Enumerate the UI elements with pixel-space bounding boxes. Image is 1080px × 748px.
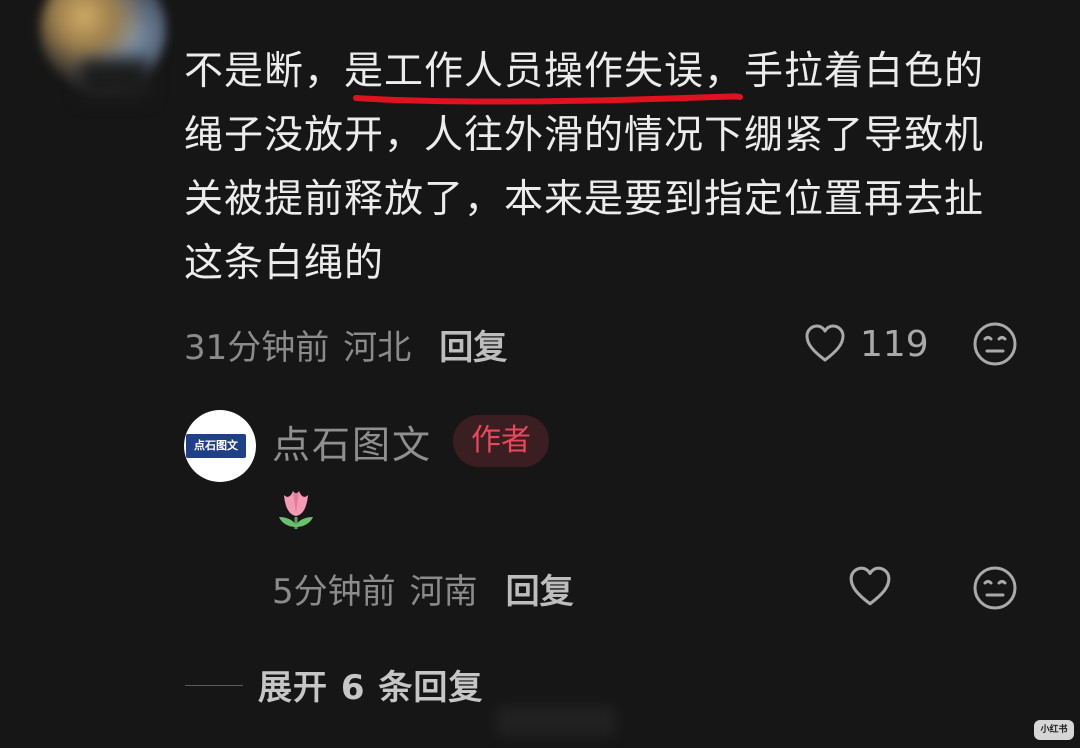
reply-time: 5分钟前	[272, 571, 396, 612]
xiaohongshu-logo: 小红书	[1034, 720, 1074, 740]
author-logo: 点石图文	[186, 434, 246, 458]
comment-thread: 不是断，是工作人员操作失误，手拉着白色的 绳子没放开，人往外滑的情况下绷紧了导致…	[0, 0, 1080, 748]
comment-line-4: 这条白绳的	[184, 241, 385, 286]
comment-body: 不是断，是工作人员操作失误，手拉着白色的 绳子没放开，人往外滑的情况下绷紧了导致…	[184, 40, 1054, 296]
like-count: 119	[860, 323, 929, 365]
expand-replies-button[interactable]: 展开 6 条回复	[258, 660, 483, 709]
watermark-blur	[496, 706, 616, 736]
reply-meta: 5分钟前 河南 回复	[272, 560, 574, 616]
expand-divider	[185, 685, 243, 686]
reply-location: 河南	[409, 571, 478, 612]
author-badge: 作者	[453, 415, 549, 467]
author-name[interactable]: 点石图文	[272, 414, 432, 469]
comment-location: 河北	[343, 327, 412, 368]
reply-reply-button[interactable]: 回复	[506, 564, 574, 613]
avatar-shadow	[80, 60, 150, 100]
like-button[interactable]: 119	[804, 318, 929, 370]
heart-outline-icon[interactable]	[848, 565, 892, 609]
comment-line-1-start: 不是断，	[184, 49, 345, 94]
meh-face-icon[interactable]	[972, 321, 1018, 367]
author-avatar[interactable]: 点石图文	[184, 410, 256, 482]
comment-line-1-end: ，手拉着白色的	[704, 49, 985, 94]
comment-line-2: 绳子没放开，人往外滑的情况下绷紧了导致机	[184, 113, 985, 158]
red-underline-annotation	[353, 93, 743, 105]
comment-line-3: 关被提前释放了，本来是要到指定位置再去扯	[184, 177, 985, 222]
comment-time: 31分钟前	[184, 327, 330, 368]
reply-button[interactable]: 回复	[439, 320, 507, 369]
comment-meta: 31分钟前 河北 回复	[184, 316, 507, 372]
tulip-icon	[279, 491, 313, 529]
meh-face-icon[interactable]	[972, 565, 1018, 611]
heart-outline-icon	[805, 324, 845, 362]
